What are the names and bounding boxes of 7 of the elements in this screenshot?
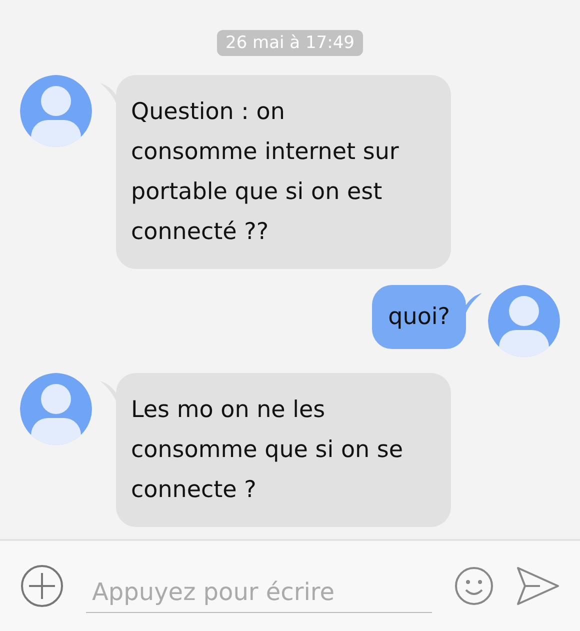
send-button[interactable] xyxy=(516,564,560,608)
add-button[interactable] xyxy=(20,564,64,608)
timestamp: 26 mai à 17:49 xyxy=(216,30,364,56)
emoji-button[interactable] xyxy=(454,566,494,606)
avatar-icon xyxy=(20,75,92,147)
avatar-icon xyxy=(488,285,560,357)
avatar-icon xyxy=(20,373,92,445)
